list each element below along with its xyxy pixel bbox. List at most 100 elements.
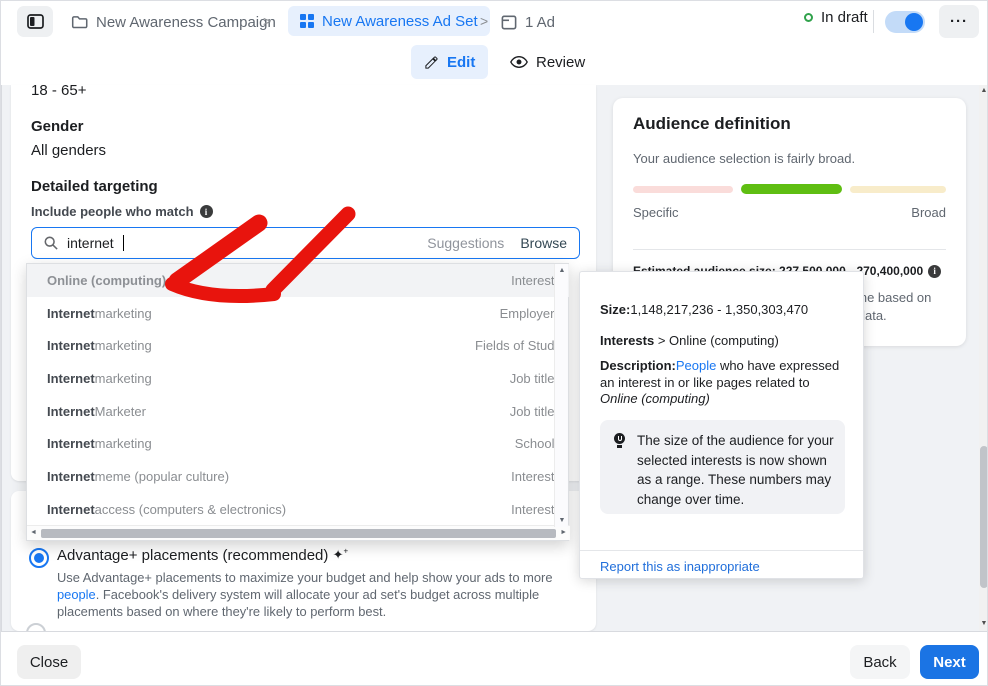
suggestion-rest: Marketer [95, 404, 146, 419]
breadcrumb-campaign[interactable]: New Awareness Campaign [71, 9, 276, 35]
suggestion-row[interactable]: Internet marketing Job titles [27, 362, 569, 395]
tab-edit-label: Edit [447, 54, 475, 71]
suggestion-rest: Online (computing) [47, 273, 166, 288]
draft-status-dot-icon [804, 13, 813, 22]
suggestion-row[interactable]: Internet marketing Fields of Study [27, 329, 569, 362]
search-value: internet [67, 235, 114, 251]
dropdown-horizontal-scrollbar[interactable]: ◄ ► [27, 525, 570, 540]
pencil-icon [424, 55, 439, 70]
tab-review[interactable]: Review [497, 45, 598, 79]
breadcrumb-ad-label: 1 Ad [525, 14, 555, 31]
gender-value: All genders [31, 142, 106, 159]
scroll-up-icon[interactable]: ▲ [979, 87, 988, 94]
age-range-value: 18 - 65+ [31, 85, 86, 99]
page-scrollbar[interactable]: ▲ ▼ [979, 85, 988, 631]
tip-text: The size of the audience for your select… [637, 431, 837, 509]
gauge-broad-label: Broad [911, 205, 946, 220]
suggestion-row[interactable]: Internet access (computers & electronics… [27, 493, 569, 526]
people-link[interactable]: people [57, 587, 96, 602]
draft-status-label: In draft [821, 9, 868, 26]
interest-details-popover: Size:1,148,217,236 - 1,350,303,470 Inter… [579, 271, 864, 579]
breadcrumb-chevron-icon: > [480, 13, 488, 29]
tab-review-label: Review [536, 54, 585, 71]
include-people-text: Include people who match [31, 204, 194, 219]
adset-grid-icon [300, 14, 314, 28]
detailed-targeting-label: Detailed targeting [31, 178, 158, 195]
suggestion-row[interactable]: Internet marketing Employers [27, 297, 569, 330]
scroll-left-icon[interactable]: ◄ [30, 529, 37, 536]
vertical-scroll-thumb[interactable] [980, 446, 988, 588]
suggestions-list: Online (computing) Interests Internet ma… [27, 264, 569, 526]
gauge-active-segment [741, 184, 842, 194]
suggestion-term: Internet [47, 306, 95, 321]
gauge-scale: Specific Broad [633, 205, 946, 220]
tab-edit[interactable]: Edit [411, 45, 488, 79]
next-button[interactable]: Next [920, 645, 979, 679]
info-icon[interactable]: i [928, 265, 941, 278]
text-caret [123, 235, 124, 251]
folder-icon [71, 14, 88, 30]
suggestion-row-online-computing[interactable]: Online (computing) Interests [27, 264, 569, 297]
popover-size-line: Size:1,148,217,236 - 1,350,303,470 [600, 302, 808, 317]
suggestion-term: Internet [47, 436, 95, 451]
scroll-down-icon[interactable]: ▼ [979, 620, 988, 627]
detailed-targeting-search-input[interactable]: internet Suggestions Browse [31, 227, 580, 259]
more-options-button[interactable]: ··· [939, 5, 979, 38]
advantage-placements-text: Advantage+ placements (recommended) [57, 547, 328, 564]
header-divider [873, 10, 874, 33]
popover-interest-path: Interests > Online (computing) [600, 333, 779, 348]
include-people-label: Include people who match i [31, 204, 213, 219]
info-icon[interactable]: i [200, 205, 213, 218]
report-inappropriate-link[interactable]: Report this as inappropriate [600, 559, 760, 574]
back-button[interactable]: Back [850, 645, 910, 679]
scroll-down-icon[interactable]: ▼ [555, 517, 569, 524]
breadcrumb-chevron-icon: > [263, 13, 271, 29]
suggestion-term: Internet [47, 469, 95, 484]
sidebar-icon [27, 14, 44, 29]
audience-definition-title: Audience definition [633, 114, 791, 134]
browse-link[interactable]: Browse [520, 235, 567, 251]
suggestion-term: Internet [47, 338, 95, 353]
toggle-knob [905, 13, 923, 31]
suggestions-link[interactable]: Suggestions [427, 235, 504, 251]
people-link[interactable]: People [676, 358, 716, 373]
suggestion-row[interactable]: Internet Marketer Job titles [27, 395, 569, 428]
gauge-broad-segment [850, 186, 946, 193]
suggestion-rest: marketing [95, 338, 152, 353]
popover-divider [580, 550, 863, 551]
ads-manager-window: New Awareness Campaign > New Awareness A… [0, 0, 988, 686]
suggestion-rest: marketing [95, 436, 152, 451]
draft-status: In draft [804, 9, 868, 26]
ad-frame-icon [501, 15, 517, 30]
suggestion-row[interactable]: Internet marketing Schools [27, 427, 569, 460]
breadcrumb-ad[interactable]: 1 Ad [501, 9, 555, 35]
sidebar-toggle-button[interactable] [17, 6, 53, 37]
audience-definition-subtitle: Your audience selection is fairly broad. [633, 151, 855, 166]
scroll-up-icon[interactable]: ▲ [555, 267, 569, 274]
gender-label: Gender [31, 118, 84, 135]
suggestion-row[interactable]: Internet meme (popular culture) Interest… [27, 460, 569, 493]
card-divider [633, 249, 946, 250]
suggestion-rest: access (computers & electronics) [95, 502, 286, 517]
suggestion-category: Employers [500, 306, 561, 321]
advantage-placements-radio[interactable] [29, 548, 49, 568]
suggestions-dropdown: Online (computing) Interests Internet ma… [26, 263, 569, 541]
footer-bar: Close Back Next [1, 631, 988, 686]
scroll-right-icon[interactable]: ► [560, 529, 567, 536]
header-bar: New Awareness Campaign > New Awareness A… [1, 1, 988, 85]
search-icon [44, 236, 58, 250]
horizontal-scroll-thumb[interactable] [41, 529, 556, 538]
breadcrumb-adset-label: New Awareness Ad Set [322, 13, 478, 30]
suggestion-term: Internet [47, 371, 95, 386]
draft-toggle[interactable] [885, 11, 925, 33]
lightbulb-icon [613, 433, 627, 449]
gauge-specific-label: Specific [633, 205, 679, 220]
audience-size-tip: The size of the audience for your select… [600, 420, 845, 514]
dropdown-vertical-scrollbar[interactable]: ▲ ▼ [554, 264, 568, 527]
close-button[interactable]: Close [17, 645, 81, 679]
suggestion-rest: meme (popular culture) [95, 469, 229, 484]
suggestion-category: Fields of Study [475, 338, 561, 353]
suggestion-rest: marketing [95, 306, 152, 321]
breadcrumb-adset[interactable]: New Awareness Ad Set [288, 6, 490, 36]
suggestion-rest: marketing [95, 371, 152, 386]
